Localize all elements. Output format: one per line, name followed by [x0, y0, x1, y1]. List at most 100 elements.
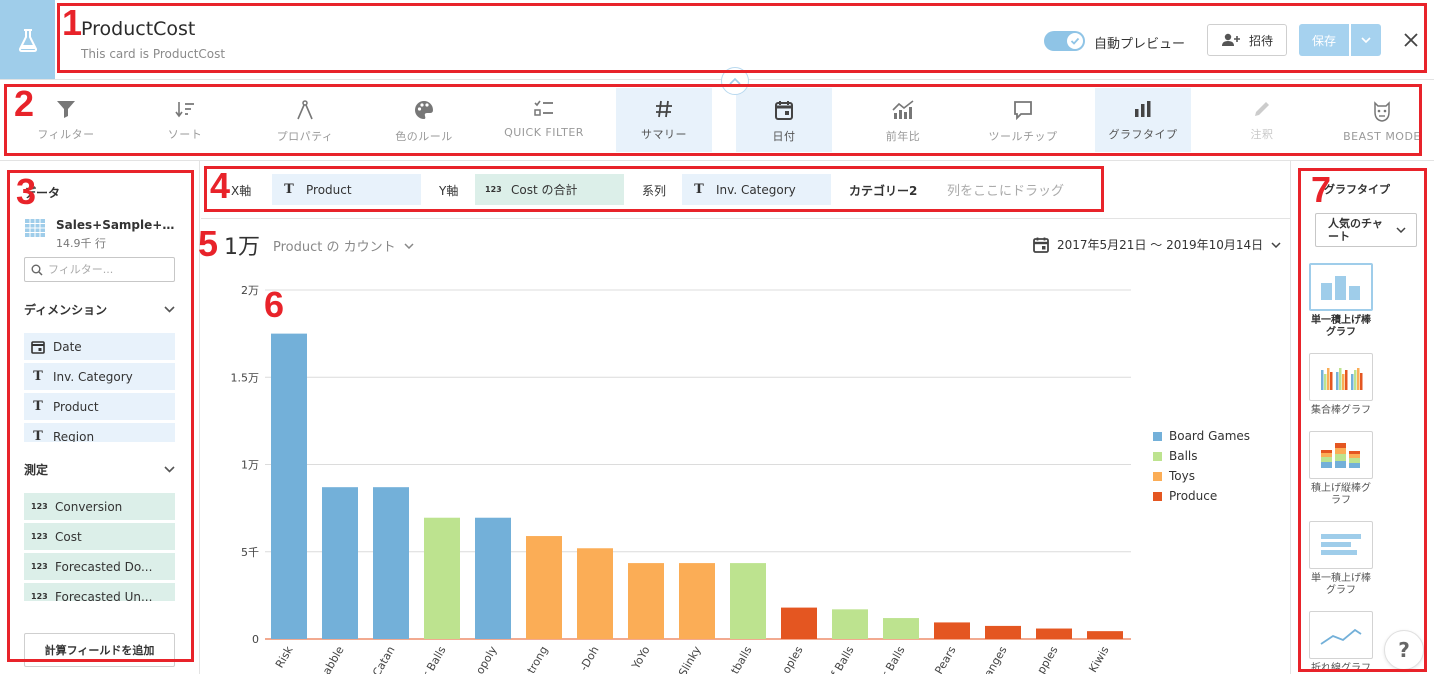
- annotation-number-5: 5: [198, 223, 219, 264]
- number-type-icon: 123: [485, 185, 502, 194]
- chart-type-single-stacked-hbar[interactable]: 単一積上げ棒グラフ: [1309, 521, 1373, 597]
- measures-header[interactable]: 測定: [24, 461, 175, 478]
- field-label: Forecasted Un...: [55, 589, 153, 602]
- card-title[interactable]: ProductCost: [81, 18, 195, 40]
- chart-type-stacked-bar[interactable]: 積上げ縦棒グラフ: [1309, 431, 1373, 507]
- x-tick-label: -Doh: [577, 644, 601, 673]
- x-tick-label: YoYo: [629, 644, 653, 672]
- invite-button[interactable]: 招待: [1207, 24, 1287, 56]
- legend-item[interactable]: Board Games: [1153, 426, 1250, 446]
- legend-label: Board Games: [1169, 429, 1251, 443]
- x-tick-label: anges: [982, 644, 1010, 674]
- chart-type-label: 単一積上げ棒グラフ: [1311, 315, 1371, 338]
- measure-field-conversion[interactable]: 123 Conversion: [24, 493, 175, 520]
- save-button[interactable]: 保存: [1299, 24, 1349, 56]
- dimension-field-product[interactable]: T Product: [24, 393, 175, 420]
- tool-annotation[interactable]: 注釈: [1214, 88, 1310, 152]
- date-range-selector[interactable]: 2017年5月21日 〜 2019年10月14日: [1033, 236, 1281, 253]
- help-button[interactable]: ?: [1384, 630, 1424, 670]
- annotation-number-6: 6: [264, 284, 285, 325]
- dimension-field-region[interactable]: T Region: [24, 423, 175, 442]
- legend-item[interactable]: Produce: [1153, 486, 1250, 506]
- tool-color-rules[interactable]: 色のルール: [376, 88, 472, 152]
- dataset-table-icon: [25, 219, 45, 237]
- check-icon: [1070, 37, 1080, 45]
- x-axis-pill[interactable]: T Product: [272, 174, 421, 205]
- legend-item[interactable]: Toys: [1153, 466, 1250, 486]
- legend-label: Toys: [1169, 469, 1195, 483]
- number-type-icon: 123: [31, 502, 48, 511]
- dimension-field-inv-category[interactable]: T Inv. Category: [24, 363, 175, 390]
- tool-label: QUICK FILTER: [504, 126, 584, 139]
- bar[interactable]: [934, 622, 970, 639]
- bar[interactable]: [577, 548, 613, 639]
- bar[interactable]: [628, 563, 664, 639]
- chart-thumb: [1309, 431, 1373, 479]
- tool-sort[interactable]: ソート: [137, 88, 233, 152]
- x-tick-label: opoly: [473, 644, 500, 674]
- dimension-list: Date T Inv. Category T Product T Region: [24, 333, 175, 442]
- bar[interactable]: [730, 563, 766, 639]
- chart-type-grouped-bar[interactable]: 集合棒グラフ: [1309, 353, 1373, 417]
- bar[interactable]: [781, 607, 817, 639]
- chart-category-select[interactable]: 人気のチャート: [1315, 213, 1417, 247]
- tool-chart-type[interactable]: グラフタイプ: [1095, 88, 1191, 152]
- bar[interactable]: [373, 487, 409, 639]
- y-axis-pill[interactable]: 123 Cost の合計: [475, 174, 624, 205]
- x-tick-label: tballs: [728, 644, 754, 674]
- calendar-icon: [1033, 237, 1049, 253]
- measure-field-cost[interactable]: 123 Cost: [24, 523, 175, 550]
- summary-dropdown[interactable]: Product の カウント: [273, 236, 414, 255]
- field-filter-box[interactable]: [24, 257, 175, 282]
- tool-date[interactable]: 日付: [736, 88, 832, 152]
- chart-type-single-stacked-bar[interactable]: 単一積上げ棒グラフ: [1309, 263, 1373, 339]
- beaker-icon: [18, 28, 37, 52]
- bar[interactable]: [1036, 628, 1072, 639]
- tool-beast-mode[interactable]: BEAST MODE: [1334, 88, 1430, 152]
- legend-item[interactable]: Balls: [1153, 446, 1250, 466]
- bar[interactable]: [424, 517, 460, 639]
- category2-drop-zone[interactable]: 列をここにドラッグ: [947, 180, 1064, 199]
- chart-type-panel: グラフタイプ 人気のチャート 単一積上げ棒グラフ 集合棒グラフ 積上げ縦棒グラフ…: [1290, 161, 1434, 674]
- measure-field-forecasted-dollars[interactable]: 123 Forecasted Do...: [24, 553, 175, 580]
- tool-yoy[interactable]: 前年比: [855, 88, 951, 152]
- field-filter-input[interactable]: [48, 263, 163, 276]
- dimension-field-date[interactable]: Date: [24, 333, 175, 360]
- field-shelves: X軸 T Product Y軸 123 Cost の合計 系列 T Inv. C…: [201, 161, 1290, 219]
- auto-preview-label: 自動プレビュー: [1094, 37, 1186, 52]
- summary-label: Product の カウント: [273, 240, 396, 255]
- add-calculated-field-button[interactable]: 計算フィールドを追加: [24, 633, 175, 667]
- card-description[interactable]: This card is ProductCost: [81, 47, 225, 61]
- tool-summary[interactable]: サマリー: [616, 88, 712, 152]
- tool-tooltip[interactable]: ツールチップ: [975, 88, 1071, 152]
- auto-preview-toggle[interactable]: [1044, 31, 1085, 51]
- pill-label: Cost の合計: [511, 183, 578, 197]
- beaker-logo[interactable]: [0, 0, 55, 79]
- series-pill[interactable]: T Inv. Category: [682, 174, 831, 205]
- bar[interactable]: [832, 609, 868, 639]
- tool-properties[interactable]: プロパティ: [257, 88, 353, 152]
- series-label: 系列: [642, 184, 667, 198]
- bar[interactable]: [679, 563, 715, 639]
- tool-quick-filter[interactable]: QUICK FILTER: [496, 88, 592, 152]
- bar[interactable]: [271, 333, 307, 639]
- dimensions-header[interactable]: ディメンション: [24, 301, 175, 318]
- tool-label: グラフタイプ: [1108, 128, 1178, 141]
- close-button[interactable]: [1400, 28, 1422, 52]
- measure-field-forecasted-units[interactable]: 123 Forecasted Un...: [24, 583, 175, 601]
- bar[interactable]: [322, 487, 358, 639]
- collapse-header-button[interactable]: [721, 67, 749, 95]
- bar[interactable]: [475, 517, 511, 639]
- bar[interactable]: [1087, 631, 1123, 639]
- tool-label: BEAST MODE: [1343, 130, 1421, 143]
- bar[interactable]: [526, 536, 562, 639]
- x-tick-label: Pears: [932, 644, 958, 674]
- chevron-down-icon: [404, 242, 414, 249]
- hash-icon: [656, 100, 672, 118]
- chart-type-line-chart[interactable]: 折れ線グラフ: [1309, 611, 1373, 674]
- bar[interactable]: [985, 625, 1021, 639]
- dataset-name[interactable]: Sales+Sample+Dat...: [56, 218, 181, 232]
- bar[interactable]: [883, 618, 919, 639]
- save-dropdown-button[interactable]: [1351, 24, 1381, 56]
- chevron-down-icon: [164, 306, 175, 313]
